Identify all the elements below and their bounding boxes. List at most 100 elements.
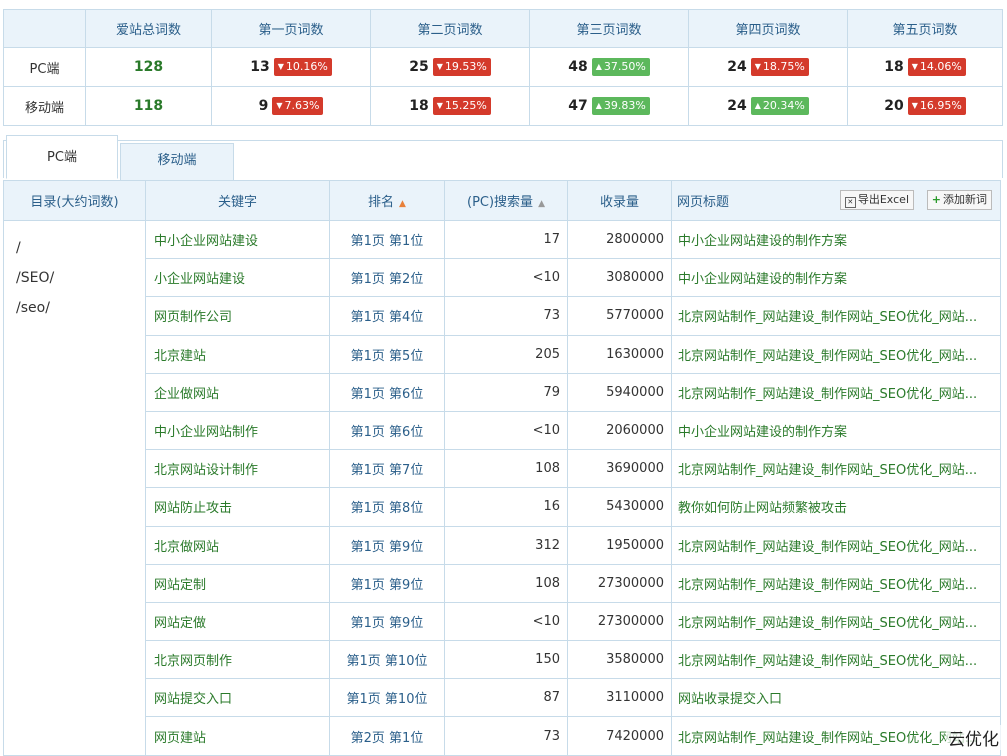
title-cell[interactable]: 北京网站制作_网站建设_制作网站_SEO优化_网站...	[671, 334, 1001, 374]
triangle-down-icon: ▼	[277, 62, 284, 71]
header-volume-label: (PC)搜索量	[467, 195, 534, 210]
directory-item[interactable]: /SEO/	[16, 263, 145, 293]
rank-cell[interactable]: 第1页 第8位	[329, 487, 445, 527]
summary-header-page2: 第二页词数	[370, 9, 530, 48]
indexed-cell: 1950000	[567, 525, 672, 565]
table-row: //SEO//seo/中小企业网站建设 第1页 第1位 17 2800000 中小企业网…	[3, 219, 1001, 756]
keyword-cell[interactable]: 网站提交入口	[145, 678, 330, 718]
change-badge: ▼ 7.63%	[272, 97, 324, 115]
rank-cell[interactable]: 第1页 第6位	[329, 372, 445, 412]
header-rank[interactable]: 排名 ▲	[329, 180, 445, 221]
rank-cell[interactable]: 第1页 第4位	[329, 296, 445, 336]
title-cell[interactable]: 北京网站制作_网站建设_制作网站_SEO优化_网站...	[671, 372, 1001, 412]
rank-cell[interactable]: 第1页 第5位	[329, 334, 445, 374]
keyword-cell[interactable]: 中小企业网站建设	[145, 219, 330, 260]
title-cell[interactable]: 网站收录提交入口	[671, 678, 1001, 718]
directory-item[interactable]: /seo/	[16, 293, 145, 323]
keyword-cell[interactable]: 网站定制	[145, 563, 330, 603]
add-keyword-label: 添加新词	[943, 193, 987, 206]
summary-page-cell: 18 ▼ 14.06%	[847, 47, 1003, 87]
indexed-cell: 1630000	[567, 334, 672, 374]
change-value: 10.16%	[285, 60, 328, 73]
summary-header-page4: 第四页词数	[688, 9, 848, 48]
keyword-cell[interactable]: 中小企业网站制作	[145, 410, 330, 451]
summary-total: 128	[85, 47, 212, 87]
rank-cell[interactable]: 第2页 第1位	[329, 716, 445, 756]
triangle-up-icon: ▲	[595, 62, 602, 71]
table-row: 中小企业网站制作 第1页 第6位 <10 2060000 中小企业网站建设的制作方案	[4, 410, 1001, 451]
keyword-cell[interactable]: 网页制作公司	[145, 296, 330, 336]
change-value: 15.25%	[444, 99, 487, 112]
keyword-cell[interactable]: 北京建站	[145, 334, 330, 374]
summary-header-row: 爱站总词数 第一页词数 第二页词数 第三页词数 第四页词数 第五页词数	[3, 9, 1003, 48]
summary-header-page1: 第一页词数	[211, 9, 371, 48]
change-badge: ▲ 20.34%	[750, 97, 809, 115]
title-cell[interactable]: 北京网站制作_网站建设_制作网站_SEO优化_网站...	[671, 601, 1001, 642]
add-keyword-button[interactable]: + 添加新词	[926, 190, 992, 210]
rank-cell[interactable]: 第1页 第9位	[329, 563, 445, 603]
change-badge: ▲ 37.50%	[591, 58, 650, 76]
page-count: 48	[568, 59, 588, 75]
volume-cell: 150	[444, 640, 568, 680]
export-excel-button[interactable]: ✕ 导出Excel	[839, 190, 914, 210]
tab-mobile[interactable]: 移动端	[120, 143, 234, 181]
volume-cell: 16	[444, 487, 568, 527]
keyword-cell[interactable]: 小企业网站建设	[145, 258, 330, 298]
summary-table: 爱站总词数 第一页词数 第二页词数 第三页词数 第四页词数 第五页词数 PC端 1…	[3, 9, 1003, 126]
title-cell[interactable]: 教你如何防止网站频繁被攻击	[671, 487, 1001, 527]
table-row: 北京网页制作 第1页 第10位 150 3580000 北京网站制作_网站建设_制作网站…	[4, 640, 1001, 680]
sort-volume-icon[interactable]: ▲	[538, 199, 545, 209]
title-cell[interactable]: 中小企业网站建设的制作方案	[671, 410, 1001, 451]
table-row: 北京网站设计制作 第1页 第7位 108 3690000 北京网站制作_网站建设_制作网…	[4, 449, 1001, 489]
title-cell[interactable]: 北京网站制作_网站建设_制作网站_SEO优化_网站...	[671, 449, 1001, 489]
title-cell[interactable]: 北京网站制作_网站建设_制作网站_SEO优化_网站...	[671, 525, 1001, 565]
keyword-cell[interactable]: 北京做网站	[145, 525, 330, 565]
page-count: 13	[250, 59, 270, 75]
tab-pc[interactable]: PC端	[6, 135, 118, 179]
volume-cell: 87	[444, 678, 568, 718]
excel-icon: ✕	[844, 197, 856, 208]
watermark: 云优化	[946, 725, 1001, 750]
rank-cell[interactable]: 第1页 第9位	[329, 601, 445, 642]
keyword-cell[interactable]: 北京网页制作	[145, 640, 330, 680]
title-cell[interactable]: 北京网站制作_网站建设_制作网站_SEO优化_网站...	[671, 563, 1001, 603]
indexed-cell: 27300000	[567, 563, 672, 603]
title-cell[interactable]: 北京网站制作_网站建设_制作网站_SEO优化_网站...	[671, 640, 1001, 680]
page-count: 24	[727, 98, 747, 114]
sort-rank-icon[interactable]: ▲	[399, 199, 406, 209]
volume-cell: 205	[444, 334, 568, 374]
rank-cell[interactable]: 第1页 第6位	[329, 410, 445, 451]
change-badge: ▼ 16.95%	[907, 97, 966, 115]
triangle-down-icon: ▼	[436, 101, 443, 110]
rank-cell[interactable]: 第1页 第10位	[329, 678, 445, 718]
page-count: 18	[409, 98, 429, 114]
keyword-cell[interactable]: 企业做网站	[145, 372, 330, 412]
change-badge: ▼ 15.25%	[432, 97, 491, 115]
title-cell[interactable]: 中小企业网站建设的制作方案	[671, 219, 1001, 260]
rank-cell[interactable]: 第1页 第2位	[329, 258, 445, 298]
volume-cell: 108	[444, 449, 568, 489]
page-count: 18	[884, 59, 904, 75]
summary-page-cell: 18 ▼ 15.25%	[370, 86, 530, 126]
keyword-cell[interactable]: 网站防止攻击	[145, 487, 330, 527]
rank-cell[interactable]: 第1页 第9位	[329, 525, 445, 565]
title-cell[interactable]: 北京网站制作_网站建设_制作网站_SEO优化_网站...	[671, 296, 1001, 336]
summary-page-cell: 13 ▼ 10.16%	[211, 47, 371, 87]
header-keyword-label: 关键字	[217, 195, 257, 210]
keyword-cell[interactable]: 网站定做	[145, 601, 330, 642]
rank-cell[interactable]: 第1页 第1位	[329, 219, 445, 260]
rank-cell[interactable]: 第1页 第10位	[329, 640, 445, 680]
rank-cell[interactable]: 第1页 第7位	[329, 449, 445, 489]
directory-list: //SEO//seo/	[4, 221, 145, 323]
title-cell[interactable]: 中小企业网站建设的制作方案	[671, 258, 1001, 298]
header-indexed-label: 收录量	[599, 195, 639, 210]
change-badge: ▼ 10.16%	[273, 58, 332, 76]
indexed-cell: 27300000	[567, 601, 672, 642]
change-value: 18.75%	[762, 60, 805, 73]
volume-cell: 312	[444, 525, 568, 565]
keyword-cell[interactable]: 北京网站设计制作	[145, 449, 330, 489]
directory-item[interactable]: /	[16, 233, 145, 263]
keyword-cell[interactable]: 网页建站	[145, 716, 330, 756]
page-count: 25	[409, 59, 429, 75]
header-volume[interactable]: (PC)搜索量 ▲	[444, 180, 568, 221]
